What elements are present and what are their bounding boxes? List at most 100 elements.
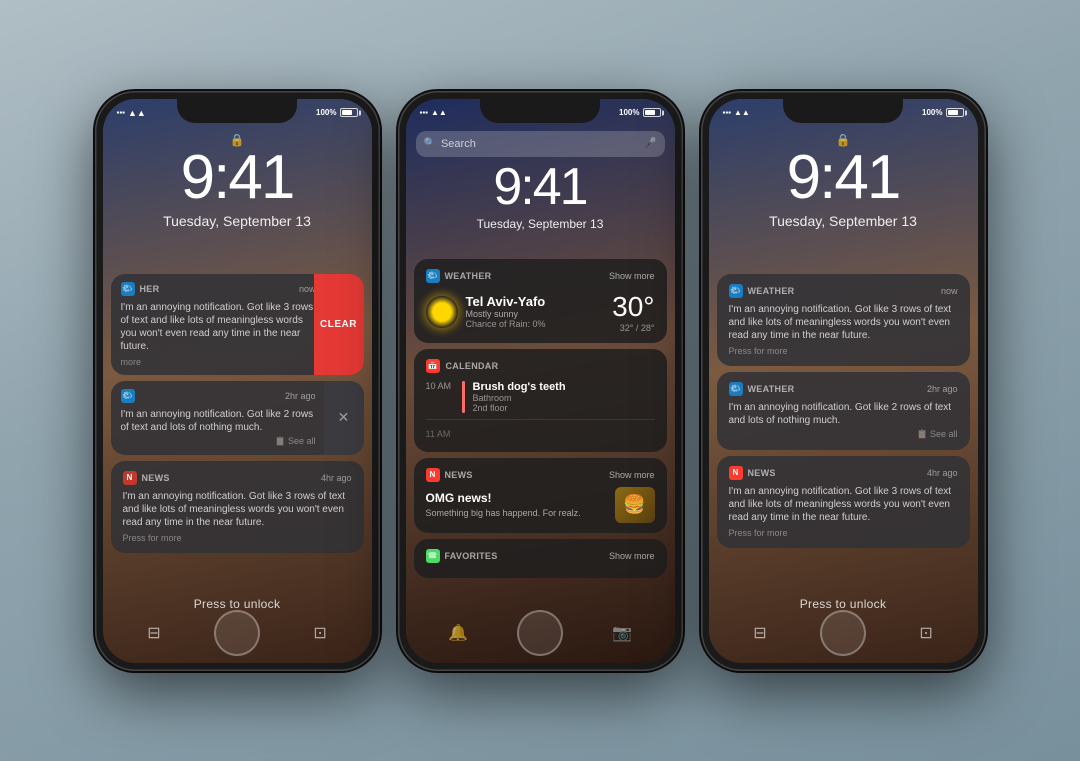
notif-app-news-1: N NEWS (123, 471, 170, 485)
time-display-3: 9:41 Tuesday, September 13 (709, 147, 978, 229)
notif-header-3-news: N NEWS 4hr ago (729, 466, 958, 480)
calendar-icon-w: 📅 (426, 359, 440, 373)
weather-app-icon-1: 🌤 (121, 282, 135, 296)
flashlight-icon-1[interactable]: ⊟ (147, 623, 160, 643)
notch-2 (480, 99, 600, 123)
battery-label-3: 100% (922, 108, 942, 117)
wifi-icon: ▲▲ (128, 108, 146, 118)
notif-action-3-1: Press for more (729, 346, 958, 356)
news-text-2: OMG news! Something big has happend. For… (426, 491, 607, 518)
date-2: Tuesday, September 13 (406, 217, 675, 231)
notifications-area-3: 🌤 WEATHER now I'm an annoying notificati… (717, 274, 970, 548)
weather-city: Tel Aviv-Yafo (466, 294, 546, 309)
notif-wrapper-1-2: 🌤 2hr ago I'm an annoying notification. … (111, 381, 364, 455)
dismiss-x-1[interactable]: ✕ (324, 381, 364, 455)
search-bar[interactable]: 🔍 Search 🎤 (416, 131, 665, 157)
sun-icon (426, 296, 458, 328)
calendar-label: CALENDAR (446, 361, 499, 371)
notif-body-3-2: I'm an annoying notification. Got like 2… (729, 401, 958, 427)
notif-card-news-1[interactable]: N NEWS 4hr ago I'm an annoying notificat… (111, 461, 364, 553)
cal-time: 10 AM (426, 381, 454, 391)
camera-icon-2[interactable]: 📷 (612, 623, 632, 643)
battery-fill-2 (645, 110, 656, 115)
notif-header-1-2: 🌤 2hr ago (121, 389, 316, 403)
news-app-icon-3: N (729, 466, 743, 480)
phone-3: ▪▪▪ ▲▲ 100% 🔒 9:41 Tuesday, September 13 (701, 91, 986, 671)
signal-icon-3: ▪▪▪ (723, 108, 732, 117)
cal-floor: 2nd floor (473, 403, 655, 413)
notif-card-3-2[interactable]: 🌤 WEATHER 2hr ago I'm an annoying notifi… (717, 372, 970, 450)
notif-wrapper-1-1: 🌤 HER now I'm an annoying notification. … (111, 274, 364, 375)
notif-app-3-news: N NEWS (729, 466, 776, 480)
cal-event: 10 AM Brush dog's teeth Bathroom 2nd flo… (426, 381, 655, 413)
camera-icon-1[interactable]: ⊡ (313, 623, 326, 643)
news-icon-w: N (426, 468, 440, 482)
mic-icon: 🎤 (644, 138, 656, 149)
weather-widget[interactable]: 🌤 WEATHER Show more Tel Aviv-Yafo Mostly… (414, 259, 667, 343)
favorites-show-more[interactable]: Show more (609, 551, 655, 561)
notif-body-news-1: I'm an annoying notification. Got like 3… (123, 490, 352, 529)
notif-header-1-1: 🌤 HER now (121, 282, 316, 296)
news-thumbnail-2: 🍔 (615, 487, 655, 523)
cal-location: Bathroom (473, 393, 655, 403)
status-right-1: 100% (316, 108, 357, 117)
signal-icon: ▪▪▪ (117, 108, 126, 117)
battery-icon-2 (643, 108, 661, 117)
search-placeholder: Search (441, 138, 639, 150)
notif-time-1-2: 2hr ago (285, 391, 316, 401)
notif-body-1-2: I'm an annoying notification. Got like 2… (121, 408, 316, 434)
weather-icon-w: 🌤 (426, 269, 440, 283)
camera-icon-3[interactable]: ⊡ (919, 623, 932, 643)
home-button-2[interactable] (517, 610, 563, 656)
notch-3 (783, 99, 903, 123)
weather-app-icon-2: 🌤 (121, 389, 135, 403)
weather-range: 32° / 28° (612, 323, 654, 333)
news-widget-2[interactable]: N NEWS Show more OMG news! Something big… (414, 458, 667, 533)
flashlight-icon-3[interactable]: ⊟ (753, 623, 766, 643)
news-body-2: OMG news! Something big has happend. For… (426, 487, 655, 523)
battery-fill-1 (342, 110, 353, 115)
notif-body-3-news: I'm an annoying notification. Got like 3… (729, 485, 958, 524)
clear-button-1[interactable]: CLEAR (314, 274, 364, 375)
notch-1 (177, 99, 297, 123)
news-show-more[interactable]: Show more (609, 470, 655, 480)
notif-header-3-2: 🌤 WEATHER 2hr ago (729, 382, 958, 396)
notif-card-3-news[interactable]: N NEWS 4hr ago I'm an annoying notificat… (717, 456, 970, 548)
notif-body-3-1: I'm an annoying notification. Got like 3… (729, 303, 958, 342)
weather-header: 🌤 WEATHER Show more (426, 269, 655, 283)
time-display-2: 9:41 Tuesday, September 13 (406, 161, 675, 231)
date-3: Tuesday, September 13 (709, 213, 978, 229)
see-all-1: 📋 See all (275, 436, 316, 447)
signal-icon-2: ▪▪▪ (420, 108, 429, 117)
notif-app-3-2: 🌤 WEATHER (729, 382, 795, 396)
favorites-widget: ☎ FAVORITES Show more (414, 539, 667, 578)
home-button-3[interactable] (820, 610, 866, 656)
notif-card-3-1[interactable]: 🌤 WEATHER now I'm an annoying notificati… (717, 274, 970, 366)
time-display-1: 9:41 Tuesday, September 13 (103, 147, 372, 229)
weather-desc: Mostly sunny (466, 309, 546, 319)
time-3: 9:41 (709, 147, 978, 209)
app-label-news-1: NEWS (142, 473, 170, 483)
calendar-widget[interactable]: 📅 CALENDAR 10 AM Brush dog's teeth Bathr… (414, 349, 667, 452)
notif-app-1-1: 🌤 HER (121, 282, 160, 296)
time-1: 9:41 (103, 147, 372, 209)
press-unlock-3: Press to unlock (709, 597, 978, 611)
cal-next-slot: 11 AM (426, 419, 655, 442)
weather-body: Tel Aviv-Yafo Mostly sunny Chance of Rai… (426, 291, 655, 333)
app-label-3-2: WEATHER (748, 384, 795, 394)
screen-1: ▪▪▪ ▲▲ 100% 🔒 9:41 Tuesday, September 13 (103, 99, 372, 663)
cal-line (462, 381, 465, 413)
bell-icon-2[interactable]: 🔔 (448, 623, 468, 643)
press-unlock-1: Press to unlock (103, 597, 372, 611)
widgets-area-2: 🌤 WEATHER Show more Tel Aviv-Yafo Mostly… (414, 259, 667, 578)
time-2: 9:41 (406, 161, 675, 213)
weather-temp: 30° (612, 291, 654, 323)
notif-time-3-news: 4hr ago (927, 468, 958, 478)
weather-show-more[interactable]: Show more (609, 271, 655, 281)
news-title-2: OMG news! (426, 491, 607, 505)
notif-action-3-news: Press for more (729, 528, 958, 538)
notif-time-3-1: now (941, 286, 958, 296)
news-header-2: N NEWS Show more (426, 468, 655, 482)
home-button-1[interactable] (214, 610, 260, 656)
app-label-3-1: WEATHER (748, 286, 795, 296)
